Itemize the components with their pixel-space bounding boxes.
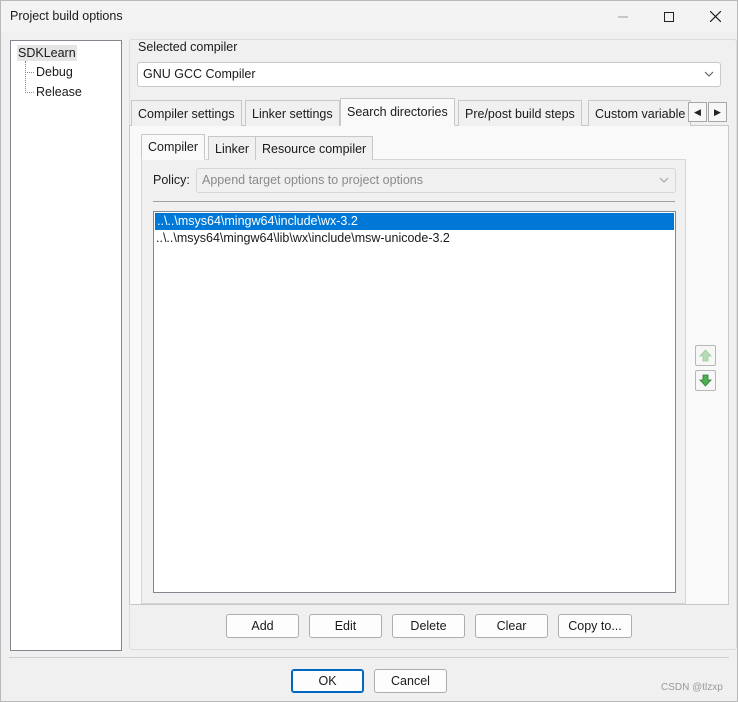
tab-linker[interactable]: Linker (208, 136, 257, 160)
tree-connector (25, 92, 34, 93)
copy-to-button[interactable]: Copy to... (558, 614, 632, 638)
tree-connector (25, 61, 26, 91)
chevron-down-icon (704, 63, 714, 95)
tab-linker-settings[interactable]: Linker settings (245, 100, 340, 126)
clear-button[interactable]: Clear (475, 614, 548, 638)
list-item[interactable]: ..\..\msys64\mingw64\lib\wx\include\msw-… (154, 230, 675, 247)
tab-compiler[interactable]: Compiler (141, 134, 206, 160)
policy-select-value: Append target options to project options (202, 173, 423, 187)
move-down-button[interactable] (695, 370, 716, 391)
minimize-icon[interactable] (600, 1, 646, 32)
divider (153, 201, 675, 202)
divider (9, 657, 729, 658)
add-button[interactable]: Add (226, 614, 299, 638)
selected-compiler-label: Selected compiler (138, 40, 238, 54)
tab-scroll-left-icon[interactable]: ◀ (688, 102, 707, 122)
policy-select[interactable]: Append target options to project options (196, 168, 676, 193)
maximize-icon[interactable] (646, 1, 692, 32)
tab-pre-post-build-steps[interactable]: Pre/post build steps (458, 100, 582, 126)
watermark: CSDN @tlzxp (661, 682, 723, 693)
directories-list[interactable]: ..\..\msys64\mingw64\include\wx-3.2 ..\.… (153, 211, 676, 593)
target-tree[interactable]: SDKLearn Debug Release (10, 40, 122, 651)
tab-scroll-right-icon[interactable]: ▶ (708, 102, 727, 122)
delete-button[interactable]: Delete (392, 614, 465, 638)
down-arrow-icon (699, 374, 712, 387)
window-title: Project build options (10, 9, 123, 23)
tab-compiler-settings[interactable]: Compiler settings (131, 100, 242, 126)
title-bar: Project build options (1, 1, 737, 32)
settings-tabs: Compiler settings Linker settings Search… (129, 98, 729, 126)
tab-custom-variables[interactable]: Custom variable (588, 100, 691, 126)
compiler-select[interactable]: GNU GCC Compiler (137, 62, 721, 87)
move-up-button[interactable] (695, 345, 716, 366)
policy-label: Policy: (153, 173, 190, 187)
tab-resource-compiler[interactable]: Resource compiler (255, 136, 374, 160)
edit-button[interactable]: Edit (309, 614, 382, 638)
cancel-button[interactable]: Cancel (374, 669, 447, 693)
tree-item-root[interactable]: SDKLearn (17, 45, 77, 61)
close-icon[interactable] (692, 1, 738, 32)
chevron-down-icon (659, 169, 669, 201)
tree-item-debug[interactable]: Debug (36, 65, 73, 79)
compiler-select-value: GNU GCC Compiler (143, 67, 256, 81)
tab-search-directories[interactable]: Search directories (340, 98, 455, 126)
up-arrow-icon (699, 349, 712, 362)
tree-connector (25, 72, 34, 73)
ok-button[interactable]: OK (291, 669, 364, 693)
list-item[interactable]: ..\..\msys64\mingw64\include\wx-3.2 (155, 213, 674, 230)
tree-item-release[interactable]: Release (36, 85, 82, 99)
